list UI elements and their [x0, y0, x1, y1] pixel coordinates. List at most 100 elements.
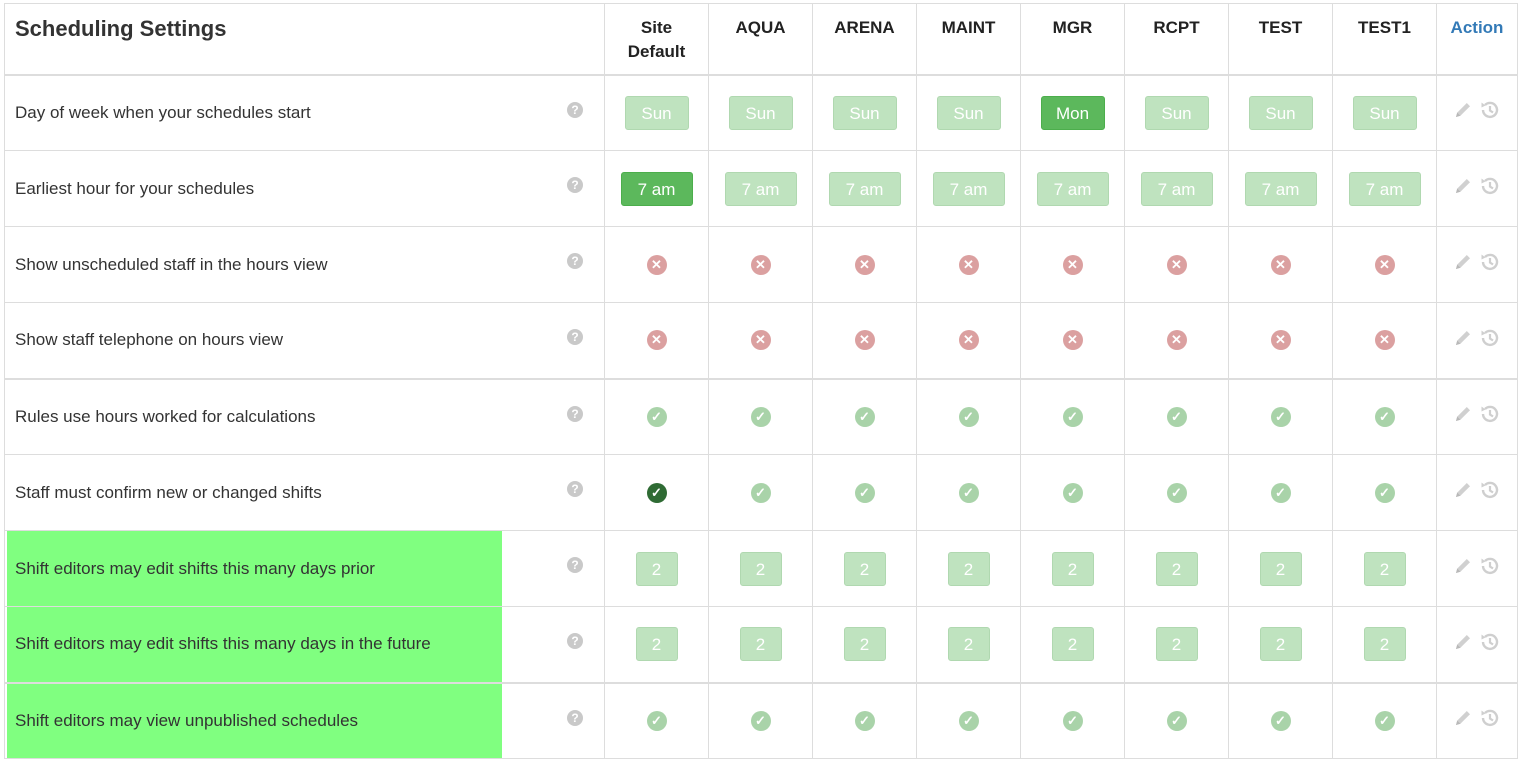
days-value-button[interactable]: 2: [1051, 627, 1094, 662]
edit-pencil-icon[interactable]: [1453, 328, 1473, 353]
help-icon[interactable]: ?: [567, 101, 583, 118]
yes-icon[interactable]: ✓: [854, 710, 875, 731]
history-icon[interactable]: [1479, 327, 1501, 354]
edit-pencil-icon[interactable]: [1453, 100, 1473, 125]
no-icon[interactable]: ✕: [958, 254, 979, 275]
days-value-button[interactable]: 2: [1155, 627, 1198, 662]
yes-icon[interactable]: ✓: [1166, 406, 1187, 427]
no-icon[interactable]: ✕: [1062, 330, 1083, 351]
history-icon[interactable]: [1479, 479, 1501, 506]
history-icon[interactable]: [1479, 251, 1501, 278]
yes-icon[interactable]: ✓: [854, 406, 875, 427]
history-icon[interactable]: [1479, 631, 1501, 658]
days-value-button[interactable]: 2: [739, 627, 782, 662]
day-value-button[interactable]: Sun: [1144, 95, 1209, 130]
hour-value-button[interactable]: 7 am: [1036, 171, 1109, 206]
no-icon[interactable]: ✕: [854, 330, 875, 351]
help-icon[interactable]: ?: [567, 557, 583, 573]
setting-value-cell: 7 am: [604, 150, 709, 227]
days-value-button[interactable]: 2: [843, 551, 886, 586]
yes-icon[interactable]: ✓: [646, 406, 667, 427]
day-value-button[interactable]: Sun: [832, 95, 897, 130]
edit-pencil-icon[interactable]: [1453, 708, 1473, 733]
edit-pencil-icon[interactable]: [1453, 480, 1473, 505]
history-icon[interactable]: [1479, 707, 1501, 734]
yes-icon[interactable]: ✓: [646, 482, 667, 503]
yes-icon[interactable]: ✓: [958, 710, 979, 731]
day-value-button[interactable]: Sun: [624, 95, 689, 130]
yes-icon[interactable]: ✓: [1062, 482, 1083, 503]
days-value-button[interactable]: 2: [1363, 551, 1406, 586]
edit-pencil-icon[interactable]: [1453, 176, 1473, 201]
help-icon[interactable]: ?: [567, 329, 583, 345]
hour-value-button[interactable]: 7 am: [932, 171, 1005, 206]
day-value-button[interactable]: Sun: [1248, 95, 1313, 130]
no-icon[interactable]: ✕: [750, 330, 771, 351]
edit-pencil-icon[interactable]: [1453, 632, 1473, 657]
days-value-button[interactable]: 2: [1155, 551, 1198, 586]
day-value-button[interactable]: Sun: [936, 95, 1001, 130]
history-icon[interactable]: [1479, 175, 1501, 202]
no-icon[interactable]: ✕: [1062, 254, 1083, 275]
yes-icon[interactable]: ✓: [1270, 710, 1291, 731]
yes-icon[interactable]: ✓: [1166, 482, 1187, 503]
days-value-button[interactable]: 2: [843, 627, 886, 662]
edit-pencil-icon[interactable]: [1453, 556, 1473, 581]
help-icon[interactable]: ?: [567, 481, 583, 497]
yes-icon[interactable]: ✓: [854, 482, 875, 503]
yes-icon[interactable]: ✓: [958, 406, 979, 427]
no-icon[interactable]: ✕: [646, 330, 667, 351]
days-value-button[interactable]: 2: [947, 551, 990, 586]
no-icon[interactable]: ✕: [1374, 254, 1395, 275]
yes-icon[interactable]: ✓: [1374, 482, 1395, 503]
days-value-button[interactable]: 2: [739, 551, 782, 586]
history-icon[interactable]: [1479, 403, 1501, 430]
no-icon[interactable]: ✕: [958, 330, 979, 351]
day-value-button[interactable]: Mon: [1040, 95, 1105, 130]
no-icon[interactable]: ✕: [854, 254, 875, 275]
yes-icon[interactable]: ✓: [1062, 710, 1083, 731]
yes-icon[interactable]: ✓: [1374, 406, 1395, 427]
days-value-button[interactable]: 2: [1051, 551, 1094, 586]
hour-value-button[interactable]: 7 am: [620, 171, 693, 206]
hour-value-button[interactable]: 7 am: [724, 171, 797, 206]
yes-icon[interactable]: ✓: [750, 406, 771, 427]
days-value-button[interactable]: 2: [635, 551, 678, 586]
help-icon[interactable]: ?: [567, 405, 583, 422]
help-icon[interactable]: ?: [567, 709, 583, 726]
help-icon[interactable]: ?: [567, 253, 583, 269]
yes-icon[interactable]: ✓: [750, 482, 771, 503]
hour-value-button[interactable]: 7 am: [1140, 171, 1213, 206]
day-value-button[interactable]: Sun: [1352, 95, 1417, 130]
yes-icon[interactable]: ✓: [958, 482, 979, 503]
no-icon[interactable]: ✕: [750, 254, 771, 275]
yes-icon[interactable]: ✓: [1062, 406, 1083, 427]
help-icon[interactable]: ?: [567, 177, 583, 193]
hour-value-button[interactable]: 7 am: [828, 171, 901, 206]
history-icon[interactable]: [1479, 99, 1501, 126]
yes-icon[interactable]: ✓: [750, 710, 771, 731]
history-icon[interactable]: [1479, 555, 1501, 582]
no-icon[interactable]: ✕: [1166, 254, 1187, 275]
days-value-button[interactable]: 2: [1259, 551, 1302, 586]
no-icon[interactable]: ✕: [1270, 254, 1291, 275]
hour-value-button[interactable]: 7 am: [1348, 171, 1421, 206]
days-value-button[interactable]: 2: [947, 627, 990, 662]
hour-value-button[interactable]: 7 am: [1244, 171, 1317, 206]
yes-icon[interactable]: ✓: [646, 710, 667, 731]
day-value-button[interactable]: Sun: [728, 95, 793, 130]
yes-icon[interactable]: ✓: [1374, 710, 1395, 731]
yes-icon[interactable]: ✓: [1270, 406, 1291, 427]
help-icon[interactable]: ?: [567, 633, 583, 649]
no-icon[interactable]: ✕: [646, 254, 667, 275]
no-icon[interactable]: ✕: [1270, 330, 1291, 351]
days-value-button[interactable]: 2: [635, 627, 678, 662]
edit-pencil-icon[interactable]: [1453, 404, 1473, 429]
edit-pencil-icon[interactable]: [1453, 252, 1473, 277]
no-icon[interactable]: ✕: [1166, 330, 1187, 351]
yes-icon[interactable]: ✓: [1270, 482, 1291, 503]
days-value-button[interactable]: 2: [1259, 627, 1302, 662]
days-value-button[interactable]: 2: [1363, 627, 1406, 662]
yes-icon[interactable]: ✓: [1166, 710, 1187, 731]
no-icon[interactable]: ✕: [1374, 330, 1395, 351]
